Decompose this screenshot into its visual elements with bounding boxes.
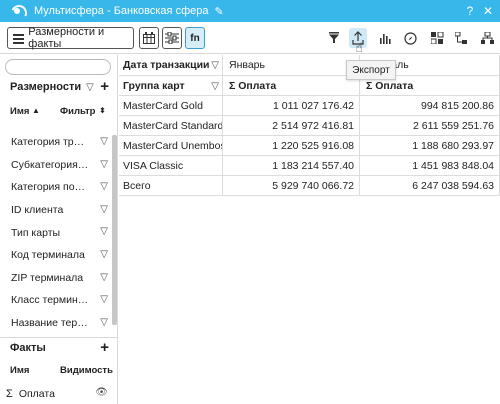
dimension-item[interactable]: Категория транзакции▽ [0,131,111,154]
left-panel: Размерности ▽ + Имя ▲ Фильтр ⬍ Категория… [0,55,118,404]
dimension-item[interactable]: ZIP терминала ▽ [0,267,111,290]
fn-button[interactable]: fn [185,27,205,49]
table-row: MasterCard Standard 2 514 972 416.81 2 6… [119,116,500,136]
filter-icon[interactable]: ▽ [100,181,108,192]
filter-icon[interactable]: ▽ [100,226,108,237]
dimension-columns-header: Имя ▲ Фильтр ⬍ [0,103,117,121]
dimension-list: Категория транзакции▽ Субкатегория транз… [0,131,111,334]
row-dimension-header[interactable]: Группа карт ▽ [119,76,223,96]
value-cell[interactable]: 994 815 200.86 [360,96,500,116]
value-cell[interactable]: 1 220 525 916.08 [223,136,360,156]
measure-header[interactable]: Σ Оплата [223,76,360,96]
filter-icon[interactable]: ▽ [100,136,108,147]
chart-icon[interactable] [376,28,394,48]
dimensions-title: Размерности [10,81,82,93]
close-icon[interactable]: ✕ [478,0,498,22]
row-label[interactable]: MasterCard Gold [119,96,223,116]
fact-columns-header: Имя Видимость [0,362,117,380]
dimension-item[interactable]: Название терминала▽ [0,312,111,335]
table-layout-icon[interactable] [139,27,159,49]
eye-icon[interactable]: 👁 [95,387,108,398]
dimension-search-input[interactable] [5,59,111,75]
sum-icon: Σ [6,388,13,400]
table-row: MasterCard Gold 1 011 027 176.42 994 815… [119,96,500,116]
filter-icon[interactable]: ▽ [100,317,108,328]
value-cell[interactable]: 6 247 038 594.63 [360,176,500,196]
value-cell[interactable]: 1 188 680 293.97 [360,136,500,156]
dimension-item[interactable]: Категория покупки▽ [0,176,111,199]
dimension-item[interactable]: Субкатегория транзакции▽ [0,154,111,177]
export-tooltip: Экспорт [346,60,396,80]
column-dimension-row: Дата транзакции ▽ Январь Февраль [119,55,500,76]
sliders-icon[interactable] [162,27,182,49]
tree-icon[interactable] [452,28,470,48]
dimension-item[interactable]: Тип карты ▽ [0,221,111,244]
row-label[interactable]: Всего [119,176,223,196]
filter-icon[interactable]: ▽ [100,272,108,283]
dimension-item[interactable]: Класс терминала ▽ [0,289,111,312]
help-icon[interactable]: ? [460,0,480,22]
dim-col-name[interactable]: Имя [10,106,29,117]
row-label[interactable]: VISA Classic [119,156,223,176]
add-fact-button[interactable]: + [100,339,109,356]
list-icon [13,33,24,44]
filter-icon[interactable]: ▽ [100,294,108,305]
column-dimension-header[interactable]: Дата транзакции ▽ [119,55,223,76]
window-title: Мультисфера - Банковская сфера [34,5,209,17]
filter-icon[interactable]: ▽ [86,82,94,93]
pencil-icon[interactable]: ✎ [214,5,223,18]
sort-icon[interactable]: ▲ [32,106,40,115]
table-row: VISA Classic 1 183 214 557.40 1 451 983 … [119,156,500,176]
add-dimension-button[interactable]: + [100,78,109,95]
value-cell[interactable]: 1 183 214 557.40 [223,156,360,176]
fact-label: Оплата [18,388,55,400]
facts-title: Факты [10,341,46,354]
filter-icon[interactable]: ▽ [100,204,108,215]
total-row: Всего 5 929 740 066.72 6 247 038 594.63 [119,176,500,196]
value-cell[interactable]: 5 929 740 066.72 [223,176,360,196]
compass-icon[interactable] [401,28,419,48]
fact-col-name[interactable]: Имя [10,365,29,376]
fact-col-visibility[interactable]: Видимость [60,365,113,376]
filter-icon[interactable]: ▽ [100,249,108,260]
table-row: MasterCard Unembossed 1 220 525 916.08 1… [119,136,500,156]
value-cell[interactable]: 1 011 027 176.42 [223,96,360,116]
row-label[interactable]: MasterCard Standard [119,116,223,136]
facts-header: Факты + [0,337,117,357]
fact-item[interactable]: Σ Оплата 👁 [0,385,117,403]
dimension-list-scrollbar[interactable] [112,135,117,325]
month-header[interactable]: Январь [223,55,360,76]
dim-col-filter[interactable]: Фильтр [60,106,95,117]
dimension-item[interactable]: Код терминала ▽ [0,244,111,267]
swap-axes-icon[interactable] [428,28,446,48]
toolbar: Размерности и факты fn [0,22,500,54]
dimensions-facts-button[interactable]: Размерности и факты [7,26,134,50]
app-logo-icon [10,4,24,18]
dimensions-header: Размерности ▽ + [0,77,117,97]
filter-icon[interactable]: ▽ [100,159,108,170]
dimension-item[interactable]: ID клиента ▽ [0,199,111,222]
filter-icon[interactable]: ▽ [211,60,219,71]
row-label[interactable]: MasterCard Unembossed [119,136,223,156]
hierarchy-icon[interactable] [478,28,496,48]
value-cell[interactable]: 2 611 559 251.76 [360,116,500,136]
filter-icon[interactable]: ▽ [211,81,219,92]
sort-icon[interactable]: ⬍ [99,106,106,115]
header-row: Группа карт ▽ Σ Оплата Σ Оплата [119,76,500,96]
dimensions-facts-label: Размерности и факты [28,26,105,50]
title-bar: Мультисфера - Банковская сфера ✎ ? ✕ [0,0,500,22]
filter-icon[interactable] [325,28,343,48]
value-cell[interactable]: 1 451 983 848.04 [360,156,500,176]
mouse-cursor-icon: ☝ [355,40,363,55]
value-cell[interactable]: 2 514 972 416.81 [223,116,360,136]
